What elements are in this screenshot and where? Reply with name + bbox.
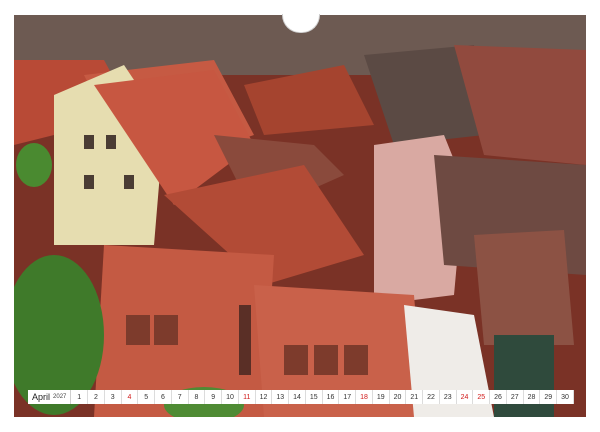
day-cell: 13 [272, 390, 290, 404]
day-cell: 12 [256, 390, 273, 404]
day-cell: 29 [540, 390, 558, 404]
day-cell: 11 [239, 390, 256, 404]
day-cell: 8 [189, 390, 206, 404]
day-cell: 24 [457, 390, 474, 404]
day-cell: 16 [323, 390, 340, 404]
day-cell: 4 [122, 390, 139, 404]
day-cell: 9 [205, 390, 223, 404]
day-cell: 22 [423, 390, 440, 404]
day-cell: 30 [557, 390, 574, 404]
day-cell: 19 [373, 390, 390, 404]
day-cell: 27 [507, 390, 524, 404]
month-label: April 2027 [28, 390, 72, 404]
day-cell: 10 [222, 390, 239, 404]
day-cell: 28 [524, 390, 541, 404]
calendar-strip: April 2027 1 2 3 4 5 6 7 8 9 10 11 12 13 14 15 16 17 18 19… [28, 390, 574, 404]
day-cell: 21 [406, 390, 424, 404]
day-cell: 20 [390, 390, 407, 404]
year-label: 2027 [53, 394, 67, 400]
day-cell: 2 [88, 390, 105, 404]
day-cell: 15 [306, 390, 323, 404]
month-name: April [32, 392, 51, 402]
day-cell: 25 [473, 390, 491, 404]
day-cell: 3 [105, 390, 122, 404]
calendar-page: April 2027 1 2 3 4 5 6 7 8 9 10 11 12 13 14 15 16 17 18 19… [0, 0, 600, 432]
day-cell: 17 [339, 390, 357, 404]
day-cell: 23 [440, 390, 457, 404]
day-cell: 26 [490, 390, 507, 404]
rooftops-photo [14, 15, 586, 417]
day-row: 1 2 3 4 5 6 7 8 9 10 11 12 13 14 15 16 17 18 19 20 21 22 23 24 2… [71, 390, 574, 404]
day-cell: 5 [138, 390, 156, 404]
day-cell: 18 [356, 390, 373, 404]
day-cell: 6 [155, 390, 172, 404]
day-cell: 14 [289, 390, 306, 404]
day-cell: 7 [172, 390, 189, 404]
day-cell: 1 [71, 390, 89, 404]
